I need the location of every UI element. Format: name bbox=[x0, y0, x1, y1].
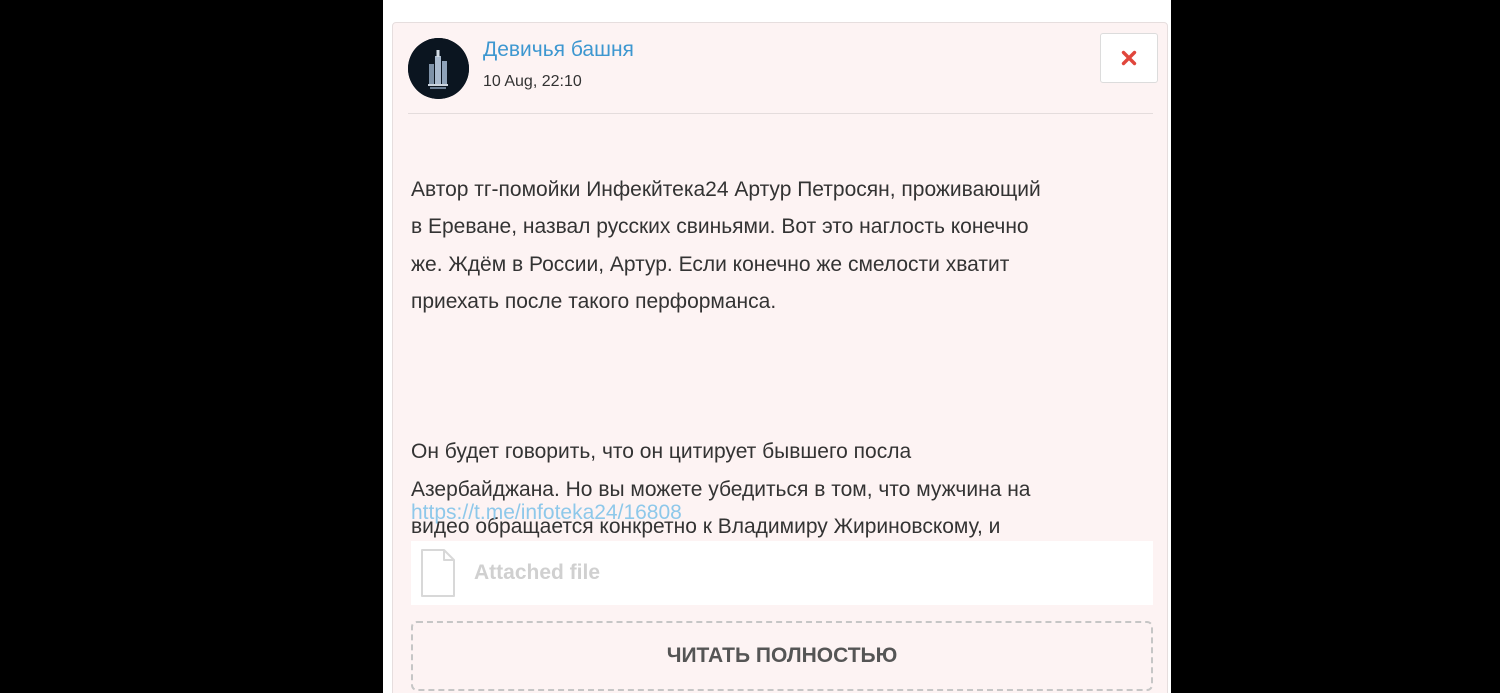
attached-file-label: Attached file bbox=[474, 561, 601, 584]
file-icon bbox=[421, 549, 455, 597]
close-button[interactable] bbox=[1100, 33, 1158, 83]
channel-avatar[interactable] bbox=[408, 38, 469, 99]
close-icon bbox=[1121, 50, 1137, 66]
post-date: 10 Aug, 22:10 bbox=[483, 73, 582, 90]
header-divider bbox=[408, 113, 1153, 114]
tower-logo-icon bbox=[408, 38, 469, 99]
post-link[interactable]: https://t.me/infoteka24/16808 bbox=[411, 501, 682, 525]
read-more-button[interactable]: ЧИТАТЬ ПОЛНОСТЬЮ bbox=[411, 621, 1153, 691]
post-paragraph-1: Автор тг-помойки Инфекйтека24 Артур Петр… bbox=[411, 177, 1041, 314]
feed-panel: Девичья башня 10 Aug, 22:10 Автор тг-пом… bbox=[383, 0, 1171, 693]
post-card: Девичья башня 10 Aug, 22:10 Автор тг-пом… bbox=[392, 22, 1168, 693]
attached-file[interactable]: Attached file bbox=[411, 541, 1153, 605]
channel-name-link[interactable]: Девичья башня bbox=[483, 38, 634, 62]
